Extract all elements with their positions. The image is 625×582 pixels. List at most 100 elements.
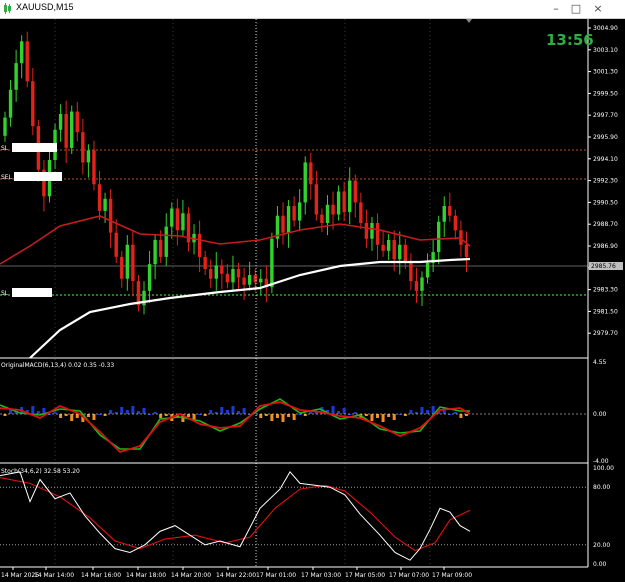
time-tick-label: 14 Mar 16:00 [81,572,121,579]
candle-body [398,244,402,260]
macd-histogram-bar [381,414,385,422]
macd-histogram-bar [275,414,279,418]
candle-body [425,262,430,278]
candle-body [203,256,207,270]
time-tick-label: 14 Mar 20:00 [171,572,211,579]
candle-body [414,281,419,291]
candle-body [231,269,235,283]
candle-body [236,269,241,278]
time-tick-label: 17 Mar 03:00 [301,572,341,579]
macd-histogram-bar [342,408,346,414]
macd-histogram-bar [259,414,263,418]
candle-body [181,213,185,231]
macd-tick-label: -4.00 [593,458,609,465]
macd-histogram-bar [337,411,341,414]
price-tick-label: 2995.90 [593,134,618,141]
macd-histogram-bar [131,406,135,414]
candle-body [120,256,124,279]
candle-body [314,184,319,215]
price-axis[interactable]: 3004.90 3003.10 3001.30 2999.50 2997.70 2995.… [588,25,618,337]
macd-histogram-bar [159,414,163,418]
macd-indicator [0,398,588,454]
macd-histogram-bar [270,414,274,421]
candle-body [420,277,424,291]
time-axis[interactable]: 14 Mar 202514 Mar 14:00 14 Mar 16:00 14 Ma… [1,567,472,579]
candle-body [92,150,96,185]
macd-histogram-bar [331,406,335,414]
candle-body [381,244,385,251]
candle-body [125,244,130,279]
macd-histogram-bar [136,411,140,414]
time-tick-label: 17 Mar 09:00 [432,572,472,579]
candle-body [131,244,135,282]
candle-body [375,222,380,245]
trade-label-sl-top[interactable]: SL [1,143,57,152]
candle-body [403,244,408,263]
candle-body [175,208,180,231]
candle-body [81,132,85,163]
candle-body [158,239,163,257]
candle-body [214,265,218,279]
price-tick-label: 2997.70 [593,112,618,119]
candle-body [353,180,357,203]
macd-histogram-bar [220,407,224,414]
chart-canvas[interactable]: 13:56 SL SEL SL 3004.90 3003.10 3001.30 299… [0,0,625,582]
time-tick-label: 17 Mar 01:00 [256,572,296,579]
macd-histogram-bar [125,410,129,414]
macd-histogram-bar [59,414,63,418]
stoch-signal-line [0,477,471,552]
trade-label-sell[interactable]: SEL [1,172,62,181]
candle-body [309,162,313,185]
macd-histogram-bar [92,414,96,420]
candle-body [436,221,441,253]
macd-histogram-bar [186,414,190,417]
candle-body [14,63,18,90]
macd-tick-label: 4.55 [593,359,607,366]
time-tick-label: 14 Mar 22:00 [216,572,256,579]
candle-body [25,41,29,82]
candle-body [31,81,35,127]
chart-grid [54,19,431,567]
price-tick-label: 2979.70 [593,330,618,337]
candle-body [97,184,102,211]
macd-histogram-bar [242,408,246,414]
candle-body [209,269,213,279]
candle-body [153,239,157,265]
macd-histogram-bar [370,414,374,421]
candle-body [292,206,296,221]
trade-label-text: SL [1,145,9,152]
server-clock: 13:56 [546,31,594,49]
trade-label-text: SL [1,290,9,297]
current-price-tag: 2985.76 [589,262,623,270]
macd-histogram-bar [209,410,213,414]
stoch-main-line [0,470,471,561]
price-tick-label: 2994.10 [593,156,618,163]
macd-histogram-bar [420,407,424,414]
candle-body [281,215,285,233]
stoch-tick-label: 100.00 [593,465,614,472]
candle-body [242,277,246,285]
candle-body [370,222,374,239]
candle-body [197,233,202,257]
trade-label-text: SEL [1,174,13,181]
macd-histogram-bar [9,410,13,414]
candle-body [442,206,446,222]
price-tick-label: 3001.30 [593,69,618,76]
candle-body [303,162,307,203]
price-tick-label: 2990.50 [593,199,618,206]
candle-body [297,202,302,221]
macd-histogram-bar [86,414,90,417]
macd-main-line [0,401,471,454]
stochastic-indicator [0,470,588,561]
candle-body [286,206,291,233]
price-tick-label: 3004.90 [593,25,618,32]
candle-body [270,238,274,288]
chart-shift-marker[interactable] [466,19,472,23]
macd-histogram-bar [281,414,285,422]
candle-body [247,275,252,285]
macd-histogram-bar [70,414,74,421]
macd-histogram-bar [392,414,396,420]
price-tick-label: 3003.10 [593,47,618,54]
macd-tick-label: 0.00 [593,411,607,418]
price-tick-label: 2999.50 [593,90,618,97]
